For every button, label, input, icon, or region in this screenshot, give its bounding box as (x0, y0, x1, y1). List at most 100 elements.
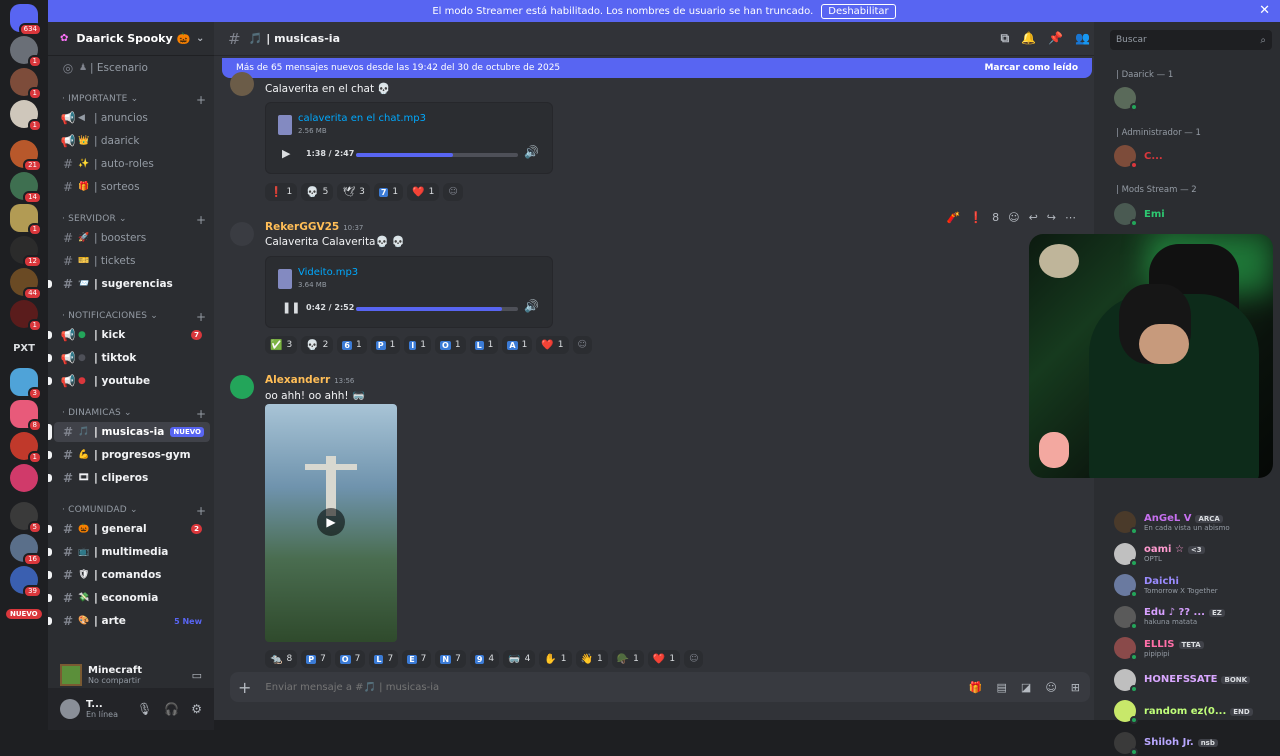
emoji-icon[interactable]: ☺ (1045, 681, 1056, 694)
plus-icon[interactable]: + (196, 310, 206, 324)
channel-auto-roles[interactable]: # ✨ | auto-roles (54, 154, 210, 174)
reaction-chip[interactable]: ❤️ 1 (536, 336, 569, 354)
reaction-chip[interactable]: E7 (402, 650, 432, 668)
channel-kick[interactable]: 📢 ● | kick 7 (48, 325, 210, 345)
member-item[interactable]: Daichi Tomorrow X Together (1114, 573, 1218, 598)
mark-read-button[interactable]: Marcar como leído (984, 63, 1078, 73)
reaction-chip[interactable]: ✋ 1 (539, 650, 572, 668)
bell-icon[interactable]: 🔔 (1021, 31, 1036, 46)
gear-icon[interactable]: ⚙ (191, 702, 202, 716)
member-item[interactable]: HONEFSSATE BONK (1114, 668, 1251, 693)
channel-progresos-gym[interactable]: # 💪 | progresos-gym (48, 445, 210, 465)
server-icon[interactable]: 1 (10, 204, 42, 236)
category-notificaciones[interactable]: · NOTIFICACIONES ⌄ + (62, 310, 206, 324)
reply-icon[interactable]: ↩ (1029, 211, 1038, 224)
reaction-chip[interactable]: 🥽 4 (503, 650, 536, 668)
reaction-chip[interactable]: 🕊 3 (337, 183, 370, 201)
member-item[interactable]: Shiloh Jr. nsb (1114, 731, 1218, 756)
member-item[interactable]: C... (1114, 144, 1163, 169)
reaction-chip[interactable]: 💀 5 (301, 183, 334, 201)
channel-comandos[interactable]: # 🛡 | comandos (48, 565, 210, 585)
reaction-chip[interactable]: P7 (301, 650, 331, 668)
channel-tickets[interactable]: # 🎫 | tickets (54, 251, 210, 271)
server-icon[interactable]: 12 (10, 236, 42, 268)
plus-icon[interactable]: + (196, 407, 206, 421)
member-item[interactable] (1114, 86, 1144, 111)
sticker-icon[interactable]: ◪ (1021, 681, 1031, 694)
channel-tiktok[interactable]: 📢 ● | tiktok (48, 348, 210, 368)
channel-general[interactable]: # 🎃 | general 2 (48, 519, 210, 539)
reaction-chip[interactable]: L7 (369, 650, 399, 668)
reaction-chip[interactable]: ❗ 1 (265, 183, 298, 201)
server-icon[interactable]: 1 (10, 36, 42, 68)
reaction-chip[interactable]: 94 (469, 650, 500, 668)
volume-icon[interactable]: 🔊 (524, 299, 539, 313)
plus-icon[interactable]: + (196, 504, 206, 518)
forward-icon[interactable]: ↪ (1047, 211, 1056, 224)
guild-header[interactable]: ✿ Daarick Spooky 🎃 ⌄ (48, 22, 214, 56)
member-item[interactable]: Edu ♪ ?? ... EZ hakuna matata (1114, 605, 1225, 630)
reaction-chip[interactable]: 61 (337, 336, 367, 354)
reaction-chip[interactable]: P1 (370, 336, 401, 354)
category-servidor[interactable]: · SERVIDOR ⌄ + (62, 213, 206, 227)
message-input[interactable] (265, 681, 866, 693)
member-item[interactable]: AnGeL V ARCA En cada vista un abismo (1114, 510, 1230, 535)
reaction-chip[interactable]: A1 (502, 336, 533, 354)
channel-youtube[interactable]: 📢 ● | youtube (48, 371, 210, 391)
server-icon[interactable]: 14 (10, 172, 42, 204)
video-attachment[interactable]: ▶ (265, 404, 397, 642)
channel-multimedia[interactable]: # 📺 | multimedia (48, 542, 210, 562)
screen-share-icon[interactable]: ▭ (192, 669, 202, 682)
home-button[interactable]: 634 (10, 4, 42, 36)
server-icon[interactable]: 5 (10, 502, 42, 534)
pin-icon[interactable]: 📌 (1048, 31, 1063, 46)
add-reaction-icon[interactable]: ☺ (684, 650, 704, 668)
gif-icon[interactable]: ▤ (997, 681, 1007, 694)
message-author[interactable]: Alexanderr 13:56 (265, 374, 354, 386)
channel-daarick[interactable]: 📢 👑 | daarick (54, 131, 210, 151)
server-icon[interactable]: 21 (10, 140, 42, 172)
plus-icon[interactable]: + (196, 93, 206, 107)
channel-economia[interactable]: # 💸 | economia (48, 588, 210, 608)
apps-icon[interactable]: ⊞ (1071, 681, 1080, 694)
members-icon[interactable]: 👥 (1075, 31, 1090, 46)
avatar[interactable] (230, 375, 254, 399)
threads-icon[interactable]: ⧉ (1001, 31, 1010, 46)
file-link[interactable]: Videito.mp3 (298, 267, 358, 278)
search-input[interactable]: Buscar ⌕ (1110, 30, 1272, 50)
play-icon[interactable]: ▶ (317, 508, 345, 536)
channel-sorteos[interactable]: # 🎁 | sorteos (54, 177, 210, 197)
server-pxt[interactable]: PXT (10, 334, 38, 362)
reaction-chip[interactable]: O1 (435, 336, 466, 354)
gift-icon[interactable]: 🎁 (969, 681, 983, 694)
avatar[interactable] (60, 699, 80, 719)
category-comunidad[interactable]: · COMUNIDAD ⌄ + (62, 504, 206, 518)
channel-arte[interactable]: # 🎨 | arte 5 New (48, 611, 210, 631)
message-author[interactable]: RekerGGV25 10:37 (265, 221, 363, 233)
play-icon[interactable]: ▶ (282, 147, 290, 160)
pause-icon[interactable]: ❚❚ (282, 301, 300, 314)
headphones-icon[interactable]: 🎧 (164, 702, 179, 716)
audio-progress[interactable] (356, 153, 518, 157)
close-icon[interactable]: ✕ (1259, 3, 1270, 18)
channel-cliperos[interactable]: # 🎞 | cliperos (48, 468, 210, 488)
reaction-chip[interactable]: 🐀 8 (265, 650, 298, 668)
channel-musicas-ia[interactable]: # 🎵 | musicas-ia NUEVO (48, 422, 210, 442)
microphone-icon[interactable]: 🎙 (137, 702, 152, 716)
member-item[interactable]: Emi (1114, 202, 1165, 227)
server-icon[interactable]: 1 (10, 68, 42, 100)
reaction-chip[interactable]: ❤️ 1 (407, 183, 440, 201)
server-icon[interactable]: 44 (10, 268, 42, 300)
reaction-chip[interactable]: L1 (469, 336, 499, 354)
new-messages-bar[interactable]: Más de 65 mensajes nuevos desde las 19:4… (222, 58, 1092, 78)
disable-streamer-button[interactable]: Deshabilitar (821, 3, 896, 19)
plus-icon[interactable]: + (196, 213, 206, 227)
reaction-chip[interactable]: 71 (373, 183, 404, 201)
member-item[interactable]: ELLIS TETA pipipipi (1114, 636, 1204, 661)
add-attachment-icon[interactable]: + (238, 678, 251, 697)
avatar[interactable] (230, 222, 254, 246)
more-icon[interactable]: ⋯ (1065, 211, 1076, 224)
add-reaction-icon[interactable]: ☺ (443, 183, 463, 201)
channel-sugerencias[interactable]: # 📨 | sugerencias (48, 274, 210, 294)
category-dinamicas[interactable]: · DINAMICAS ⌄ + (62, 407, 206, 421)
